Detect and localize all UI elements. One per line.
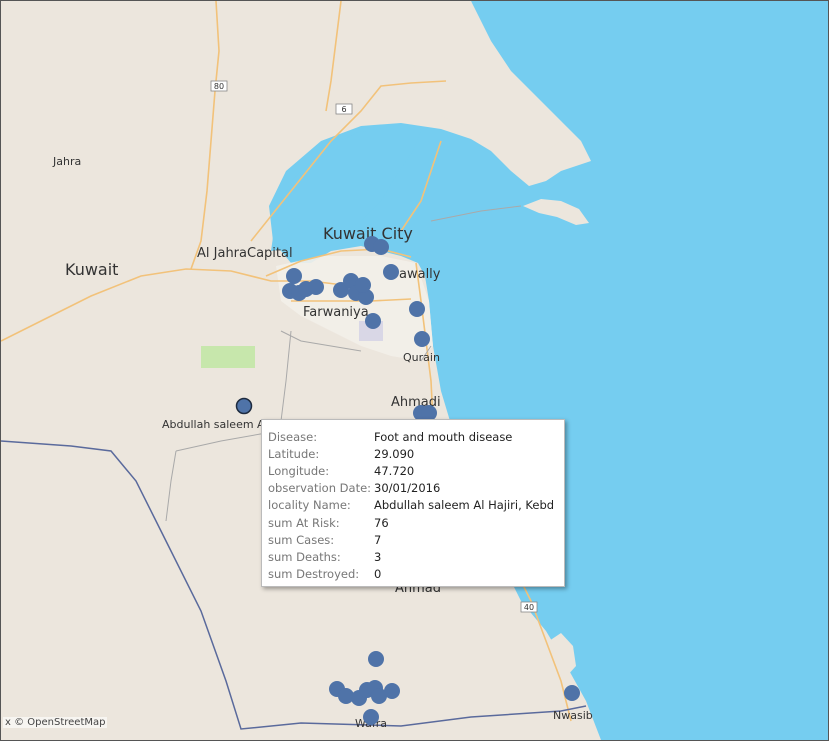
tooltip-value: 30/01/2016 — [374, 481, 441, 496]
tooltip-row: sum Destroyed: 0 — [268, 566, 558, 583]
tooltip-key: sum Deaths: — [268, 549, 341, 564]
label-selected-locality: Abdullah saleem A — [162, 418, 265, 431]
label-hawally: awally — [399, 267, 441, 282]
selected-outbreak-marker[interactable] — [235, 397, 253, 415]
tooltip-row: Latitude: 29.090 — [268, 445, 558, 462]
outbreak-tooltip: Disease: Foot and mouth disease Latitude: 2… — [261, 419, 565, 587]
svg-text:80: 80 — [214, 82, 224, 91]
outbreak-marker[interactable] — [308, 279, 324, 295]
label-al-jahra: Al Jahra — [197, 246, 247, 261]
tooltip-row: locality Name: Abdullah saleem Al Hajiri,… — [268, 497, 558, 514]
outbreak-marker[interactable] — [365, 313, 381, 329]
tooltip-value: Foot and mouth disease — [374, 429, 513, 444]
tooltip-value: 3 — [374, 549, 382, 564]
tooltip-row: sum Cases: 7 — [268, 531, 558, 548]
sea — [269, 1, 828, 740]
tooltip-key: observation Date: — [268, 481, 372, 496]
map-canvas[interactable]: 80 6 40 Kuwait Jahra Al Jahra Capital Ku… — [1, 1, 828, 740]
tooltip-row: Longitude: 47.720 — [268, 462, 558, 479]
road-shield-6: 6 — [335, 103, 353, 115]
tooltip-key: sum Cases: — [268, 532, 335, 547]
outbreak-marker[interactable] — [355, 277, 371, 293]
label-qurain: Qurain — [403, 351, 440, 364]
tooltip-value: 47.720 — [374, 463, 415, 478]
outbreak-marker[interactable] — [383, 264, 399, 280]
label-capital: Capital — [247, 246, 293, 261]
tooltip-value: 76 — [374, 515, 389, 530]
tooltip-key: Longitude: — [268, 463, 330, 478]
outbreak-marker[interactable] — [414, 331, 430, 347]
map-attribution[interactable]: x © OpenStreetMap — [3, 717, 108, 728]
outbreak-marker[interactable] — [564, 685, 580, 701]
road-shield-80: 80 — [210, 80, 228, 92]
tooltip-key: sum At Risk: — [268, 515, 340, 530]
outbreak-marker[interactable] — [384, 683, 400, 699]
outbreak-marker[interactable] — [409, 301, 425, 317]
tooltip-key: locality Name: — [268, 498, 351, 513]
outbreak-marker[interactable] — [286, 268, 302, 284]
outbreak-marker[interactable] — [373, 239, 389, 255]
road-shield-40: 40 — [520, 601, 538, 613]
tooltip-value: 7 — [374, 532, 382, 547]
svg-text:6: 6 — [341, 105, 346, 114]
tooltip-value: 29.090 — [374, 446, 415, 461]
tooltip-key: sum Destroyed: — [268, 567, 360, 582]
tooltip-key: Latitude: — [268, 446, 320, 461]
map-view[interactable]: 80 6 40 Kuwait Jahra Al Jahra Capital Ku… — [0, 0, 829, 741]
tooltip-row: observation Date: 30/01/2016 — [268, 480, 558, 497]
label-nwasib: Nwasib — [553, 709, 593, 722]
tooltip-key: Disease: — [268, 429, 318, 444]
tooltip-value: 0 — [374, 567, 382, 582]
label-kuwait: Kuwait — [65, 260, 118, 279]
outbreak-marker[interactable] — [363, 709, 379, 725]
label-jahra: Jahra — [52, 155, 81, 168]
svg-text:40: 40 — [524, 603, 534, 612]
park-area — [201, 346, 255, 368]
label-farwaniya: Farwaniya — [303, 305, 369, 320]
tooltip-row: sum Deaths: 3 — [268, 548, 558, 565]
outbreak-marker[interactable] — [368, 651, 384, 667]
tooltip-row: sum At Risk: 76 — [268, 514, 558, 531]
tooltip-value: Abdullah saleem Al Hajiri, Kebd — [374, 498, 555, 513]
tooltip-row: Disease: Foot and mouth disease — [268, 428, 558, 445]
